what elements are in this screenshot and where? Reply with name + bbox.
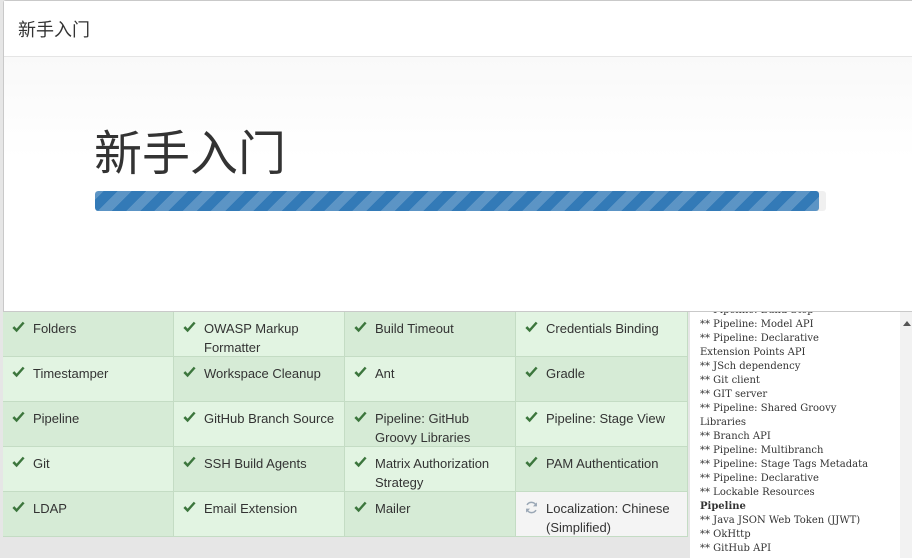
- install-log[interactable]: ** Pipeline: Build Step** Pipeline: Mode…: [690, 312, 900, 558]
- checkmark-icon: [183, 456, 196, 468]
- plugin-item: OWASP Markup Formatter: [174, 312, 345, 357]
- hero-panel: 新手入门: [4, 57, 912, 311]
- log-scrollbar[interactable]: [900, 312, 912, 558]
- plugin-item: Gradle: [516, 357, 688, 402]
- plugin-item: Mailer: [345, 492, 516, 537]
- log-line: ** Branch API: [700, 431, 771, 442]
- checkmark-icon: [354, 501, 367, 513]
- plugin-item: Timestamper: [3, 357, 174, 402]
- plugin-name: Workspace Cleanup: [204, 366, 321, 381]
- log-line: Libraries: [700, 417, 747, 428]
- plugin-item: Pipeline: [3, 402, 174, 447]
- log-content: ** Pipeline: Build Step** Pipeline: Mode…: [700, 312, 900, 556]
- checkmark-icon: [183, 366, 196, 378]
- log-line: ** Pipeline: Declarative: [700, 333, 819, 344]
- log-line: ** Pipeline: Multibranch: [700, 445, 824, 456]
- plugin-item: Credentials Binding: [516, 312, 688, 357]
- log-line: ** JSch dependency: [700, 361, 801, 372]
- plugin-name: Timestamper: [33, 366, 109, 381]
- log-line: ** Pipeline: Shared Groovy: [700, 403, 837, 414]
- plugin-item: Build Timeout: [345, 312, 516, 357]
- checkmark-icon: [12, 411, 25, 423]
- checkmark-icon: [183, 411, 196, 423]
- log-line: ** GIT server: [700, 389, 768, 400]
- page-heading: 新手入门: [94, 128, 287, 181]
- checkmark-icon: [12, 366, 25, 378]
- log-line: Extension Points API: [700, 347, 806, 358]
- log-line: ** Git client: [700, 375, 760, 386]
- log-line: ** Pipeline: Declarative: [700, 473, 819, 484]
- plugin-item: Localization: Chinese (Simplified): [516, 492, 688, 537]
- plugin-name: Build Timeout: [375, 321, 454, 336]
- checkmark-icon: [354, 411, 367, 423]
- checkmark-icon: [525, 456, 538, 468]
- checkmark-icon: [183, 501, 196, 513]
- log-line: ** Lockable Resources: [700, 487, 815, 498]
- plugin-name: Mailer: [375, 501, 411, 516]
- plugin-name: Localization: Chinese (Simplified): [546, 501, 670, 535]
- plugin-item: Folders: [3, 312, 174, 357]
- progress-fill: [95, 191, 819, 211]
- plugin-name: OWASP Markup Formatter: [204, 321, 299, 355]
- plugin-name: Folders: [33, 321, 77, 336]
- log-line: ** GitHub API: [700, 543, 772, 554]
- checkmark-icon: [354, 321, 367, 333]
- plugin-name: Credentials Binding: [546, 321, 659, 336]
- dialog-header: 新手入门: [4, 1, 912, 57]
- getting-started-dialog: 新手入门 新手入门: [3, 0, 912, 312]
- install-progress-bar: [95, 191, 826, 211]
- log-line: ** Java JSON Web Token (JJWT): [700, 515, 861, 526]
- plugin-item: SSH Build Agents: [174, 447, 345, 492]
- checkmark-icon: [354, 366, 367, 378]
- plugin-name: Gradle: [546, 366, 586, 381]
- plugin-item: GitHub Branch Source: [174, 402, 345, 447]
- plugin-item: Workspace Cleanup: [174, 357, 345, 402]
- plugin-name: Pipeline: Stage View: [546, 411, 666, 426]
- log-line: ** Pipeline: Model API: [700, 319, 814, 330]
- plugin-name: Email Extension: [204, 501, 298, 516]
- plugin-item: LDAP: [3, 492, 174, 537]
- checkmark-icon: [12, 321, 25, 333]
- plugin-name: LDAP: [33, 501, 67, 516]
- plugin-name: Matrix Authorization Strategy: [375, 456, 490, 490]
- plugin-name: Pipeline: GitHub Groovy Libraries: [375, 411, 471, 445]
- dialog-title: 新手入门: [18, 19, 90, 40]
- checkmark-icon: [525, 321, 538, 333]
- grid-footer: [3, 537, 688, 558]
- checkmark-icon: [12, 456, 25, 468]
- plugin-name: Pipeline: [33, 411, 80, 426]
- plugin-item: Pipeline: GitHub Groovy Libraries: [345, 402, 516, 447]
- plugin-name: Git: [33, 456, 50, 471]
- plugin-item: Matrix Authorization Strategy: [345, 447, 516, 492]
- plugin-name: SSH Build Agents: [204, 456, 307, 471]
- log-line: ** OkHttp: [700, 529, 751, 540]
- plugin-item: Pipeline: Stage View: [516, 402, 688, 447]
- refresh-icon: [526, 501, 537, 514]
- plugin-name: Ant: [375, 366, 395, 381]
- checkmark-icon: [183, 321, 196, 333]
- checkmark-icon: [12, 501, 25, 513]
- plugin-grid: Folders OWASP Markup Formatter Build Timeo…: [3, 312, 688, 537]
- log-line: ** Pipeline: Stage Tags Metadata: [700, 459, 869, 470]
- plugin-item: PAM Authentication: [516, 447, 688, 492]
- checkmark-icon: [525, 366, 538, 378]
- scroll-up-arrow-icon[interactable]: [903, 321, 911, 326]
- plugin-item: Git: [3, 447, 174, 492]
- plugin-name: GitHub Branch Source: [204, 411, 335, 426]
- checkmark-icon: [354, 456, 367, 468]
- log-line: Pipeline: [700, 501, 746, 512]
- plugin-item: Email Extension: [174, 492, 345, 537]
- plugin-item: Ant: [345, 357, 516, 402]
- checkmark-icon: [525, 411, 538, 423]
- plugin-name: PAM Authentication: [546, 456, 659, 471]
